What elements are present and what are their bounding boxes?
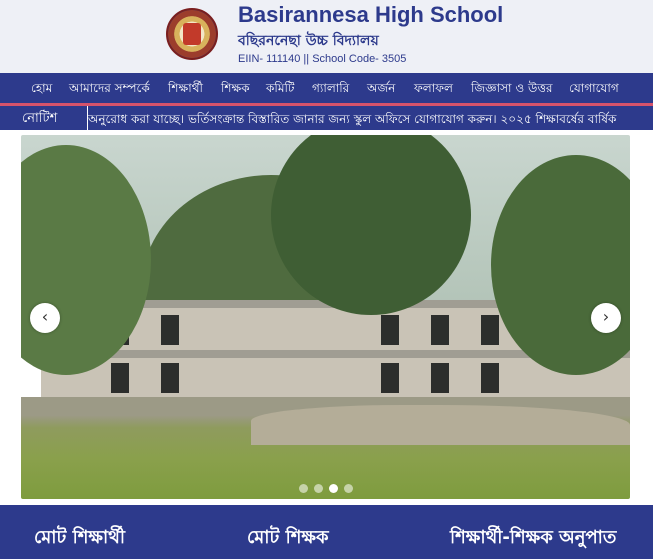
chevron-left-icon: ‹	[41, 307, 49, 326]
school-logo[interactable]	[166, 8, 218, 60]
nav-item-home[interactable]: হোম	[31, 80, 52, 100]
nav-item-students[interactable]: শিক্ষার্থী	[168, 80, 203, 100]
nav-item-contact[interactable]: যোগাযোগ	[569, 80, 619, 100]
slide-window	[381, 315, 399, 345]
slide-window	[481, 315, 499, 345]
slider-dot[interactable]	[314, 484, 323, 493]
slider-dot[interactable]	[344, 484, 353, 493]
main-nav: হোম আমাদের সম্পর্কে শিক্ষার্থী শিক্ষক কম…	[0, 73, 653, 103]
notice-ticker[interactable]: অনুরোধ করা যাচ্ছে। ভর্তিসংক্রান্ত বিস্তা…	[88, 111, 616, 130]
slide-window	[431, 315, 449, 345]
nav-item-committee[interactable]: কমিটি	[266, 80, 294, 100]
image-slider: ‹ ›	[21, 135, 630, 499]
slide-window	[481, 363, 499, 393]
slide-window	[111, 363, 129, 393]
slide-path	[251, 405, 630, 445]
notice-bar: নোটিশ অনুরোধ করা যাচ্ছে। ভর্তিসংক্রান্ত …	[0, 103, 653, 130]
slider-dot-active[interactable]	[329, 484, 338, 493]
nav-item-teachers[interactable]: শিক্ষক	[221, 80, 250, 100]
school-name-en: Basirannesa High School	[238, 2, 504, 27]
stat-ratio-label: শিক্ষার্থী-শিক্ষক অনুপাত	[450, 527, 617, 548]
site-header: Basirannesa High School বছিরননেছা উচ্চ ব…	[0, 0, 653, 73]
logo-emblem	[183, 23, 201, 45]
slide-window	[161, 363, 179, 393]
slide-window	[381, 363, 399, 393]
slider-next-button[interactable]: ›	[591, 303, 621, 333]
school-name-bn: বছিরননেছা উচ্চ বিদ্যালয়	[238, 33, 379, 49]
nav-item-achievements[interactable]: অর্জন	[367, 80, 395, 100]
nav-item-gallery[interactable]: গ্যালারি	[312, 80, 349, 100]
notice-label: নোটিশ	[0, 106, 88, 130]
stat-total-students-label: মোট শিক্ষার্থী	[34, 527, 125, 548]
nav-item-results[interactable]: ফলাফল	[414, 80, 453, 100]
slider-prev-button[interactable]: ‹	[30, 303, 60, 333]
nav-item-about[interactable]: আমাদের সম্পর্কে	[69, 80, 150, 100]
stat-total-teachers-label: মোট শিক্ষক	[247, 527, 329, 548]
chevron-right-icon: ›	[602, 307, 610, 326]
school-codes: EIIN- 111140 || School Code- 3505	[238, 53, 407, 65]
stats-bar: মোট শিক্ষার্থী মোট শিক্ষক শিক্ষার্থী-শিক…	[0, 505, 653, 559]
slide-window	[431, 363, 449, 393]
nav-item-faq[interactable]: জিজ্ঞাসা ও উত্তর	[471, 80, 553, 100]
slide-window	[161, 315, 179, 345]
slider-dot[interactable]	[299, 484, 308, 493]
